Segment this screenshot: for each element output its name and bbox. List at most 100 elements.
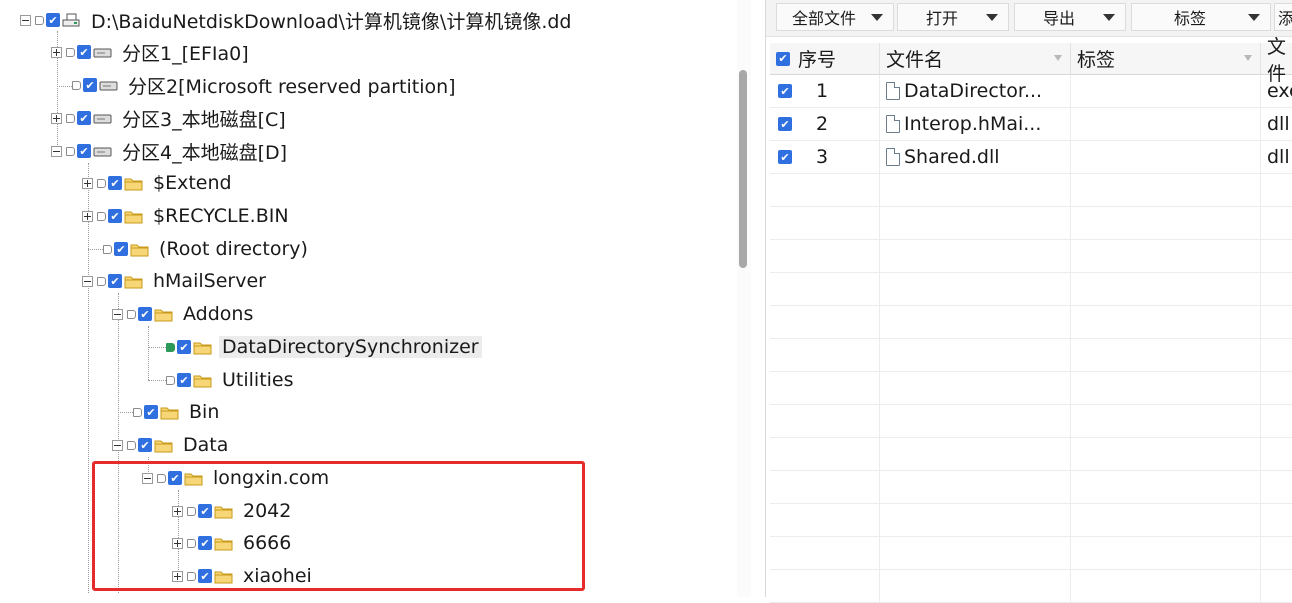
empty-cell (880, 438, 1071, 471)
header-filename[interactable]: 文件名 (880, 43, 1071, 75)
table-row[interactable]: ✔ 3 (770, 141, 880, 174)
tag-icon[interactable] (97, 211, 106, 221)
checkbox-checked[interactable]: ✔ (108, 176, 122, 190)
tag-icon[interactable] (166, 375, 175, 385)
empty-cell (1261, 240, 1292, 273)
row-checkbox[interactable]: ✔ (778, 117, 792, 131)
filter-icon[interactable] (1244, 55, 1252, 61)
tree-node-addons[interactable]: ✔ Addons (112, 299, 256, 329)
tree-node-partition-4[interactable]: ✔ 分区4_本地磁盘[D] (51, 136, 290, 166)
tag-icon[interactable] (66, 113, 75, 123)
row-filename-cell[interactable]: Shared.dll (880, 141, 1071, 174)
checkbox-checked[interactable]: ✔ (46, 13, 60, 27)
tag-icon[interactable] (166, 342, 175, 352)
table-row[interactable]: ✔ 2 (770, 108, 880, 141)
checkbox-checked[interactable]: ✔ (114, 242, 128, 256)
empty-cell (1071, 306, 1261, 339)
row-type-cell: dll (1261, 108, 1292, 141)
checkbox-checked[interactable]: ✔ (138, 438, 152, 452)
tree-node-partition-1[interactable]: ✔ 分区1_[EFIa0] (51, 37, 252, 67)
expand-toggle[interactable] (51, 112, 62, 124)
row-filename: Shared.dll (904, 146, 1000, 168)
tree-node-partition-2[interactable]: ✔ 分区2[Microsoft reserved partition] (72, 70, 459, 100)
open-button[interactable]: 打开 (897, 3, 1009, 31)
collapse-toggle[interactable] (112, 308, 123, 320)
tree-node-label: D:\BaiduNetdiskDownload\计算机镜像\计算机镜像.dd (91, 10, 572, 33)
row-filename-cell[interactable]: DataDirector... (880, 75, 1071, 108)
tree-node-label: hMailServer (153, 270, 266, 292)
checkbox-checked[interactable]: ✔ (177, 340, 191, 354)
header-type[interactable]: 文件 (1261, 36, 1292, 85)
empty-cell (770, 372, 880, 405)
tag-icon[interactable] (103, 244, 112, 254)
all-files-dropdown[interactable]: 全部文件 (776, 3, 894, 31)
row-checkbox[interactable]: ✔ (778, 150, 792, 164)
row-type-cell: dll (1261, 141, 1292, 174)
checkbox-checked[interactable]: ✔ (138, 307, 152, 321)
tag-icon[interactable] (97, 276, 106, 286)
export-button[interactable]: 导出 (1014, 3, 1126, 31)
tag-icon[interactable] (97, 178, 106, 188)
checkbox-checked[interactable]: ✔ (177, 373, 191, 387)
checkbox-checked[interactable]: ✔ (77, 111, 91, 125)
tree-node-extend[interactable]: ✔ $Extend (82, 168, 235, 198)
empty-cell (1071, 240, 1261, 273)
header-index[interactable]: ✔ 序号 (770, 43, 880, 75)
checkbox-checked[interactable]: ✔ (83, 78, 97, 92)
folder-icon (124, 276, 143, 288)
tag-icon[interactable] (72, 80, 81, 90)
select-all-checkbox[interactable]: ✔ (776, 51, 790, 66)
empty-cell (770, 240, 880, 273)
add-button[interactable]: 添 (1274, 3, 1292, 31)
empty-cell (770, 438, 880, 471)
tag-icon[interactable] (133, 407, 142, 417)
table-row[interactable]: ✔ 1 (770, 75, 880, 108)
tree-node-label: 分区3_本地磁盘[C] (122, 108, 286, 131)
expand-toggle[interactable] (82, 210, 93, 222)
empty-cell (880, 372, 1071, 405)
tag-icon[interactable] (66, 146, 75, 156)
empty-cell (1261, 174, 1292, 207)
empty-cell (770, 471, 880, 504)
tag-icon[interactable] (127, 309, 136, 319)
collapse-toggle[interactable] (51, 145, 62, 157)
filter-icon[interactable] (1054, 55, 1062, 61)
tree-vertical-scrollbar[interactable] (737, 0, 751, 597)
tree-node-label: (Root directory) (159, 238, 308, 260)
tree-node-label: 分区2[Microsoft reserved partition] (128, 75, 456, 98)
empty-cell (1071, 207, 1261, 240)
tree-node-data[interactable]: ✔ Data (112, 430, 231, 460)
tags-button[interactable]: 标签 (1131, 3, 1271, 31)
row-filename: Interop.hMai... (904, 113, 1042, 135)
empty-cell (770, 207, 880, 240)
scrollbar-thumb[interactable] (739, 70, 747, 268)
tags-label: 标签 (1173, 9, 1206, 28)
row-checkbox[interactable]: ✔ (778, 84, 792, 98)
tag-icon[interactable] (66, 47, 75, 57)
collapse-toggle[interactable] (82, 275, 93, 287)
tree-node-recycle-bin[interactable]: ✔ $RECYCLE.BIN (82, 201, 292, 231)
tag-icon[interactable] (35, 15, 44, 25)
file-icon (886, 115, 900, 133)
tree-node-hmailserver[interactable]: ✔ hMailServer (82, 266, 269, 296)
checkbox-checked[interactable]: ✔ (108, 209, 122, 223)
expand-toggle[interactable] (51, 46, 62, 58)
tree-node-bin[interactable]: ✔ Bin (133, 397, 222, 427)
tree-node-root-directory[interactable]: ✔ (Root directory) (103, 234, 311, 264)
checkbox-checked[interactable]: ✔ (77, 45, 91, 59)
tree-node-utilities[interactable]: ✔ Utilities (166, 365, 297, 395)
empty-cell (880, 570, 1071, 603)
checkbox-checked[interactable]: ✔ (108, 274, 122, 288)
checkbox-checked[interactable]: ✔ (144, 405, 158, 419)
tree-node-partition-3[interactable]: ✔ 分区3_本地磁盘[C] (51, 103, 289, 133)
expand-toggle[interactable] (82, 177, 93, 189)
collapse-toggle[interactable] (112, 439, 123, 451)
checkbox-checked[interactable]: ✔ (77, 144, 91, 158)
row-filename-cell[interactable]: Interop.hMai... (880, 108, 1071, 141)
tag-icon[interactable] (127, 440, 136, 450)
partition-icon (93, 48, 112, 57)
tree-node-image[interactable]: ✔ D:\BaiduNetdiskDownload\计算机镜像\计算机镜像.dd (20, 5, 575, 35)
tree-node-datadirectorysynchronizer[interactable]: ✔ DataDirectorySynchronizer (166, 332, 482, 362)
header-tag[interactable]: 标签 (1071, 43, 1261, 75)
collapse-toggle[interactable] (20, 14, 31, 26)
